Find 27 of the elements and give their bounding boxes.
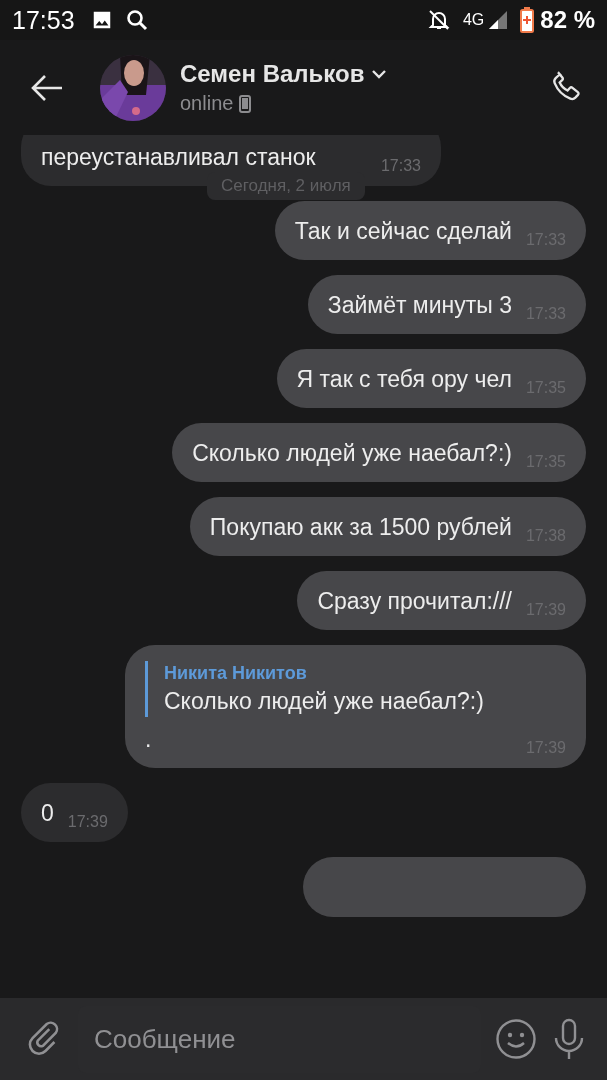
message-text: 0 <box>41 799 54 828</box>
emoji-icon[interactable] <box>495 1018 537 1060</box>
battery-level: 82 % <box>540 6 595 34</box>
message-text: переустанавливал станок <box>41 143 316 172</box>
quote-author: Никита Никитов <box>164 662 308 685</box>
muted-bell-icon <box>426 8 451 32</box>
network-type: 4G <box>462 11 485 29</box>
message-time: 17:33 <box>380 157 421 175</box>
phone-device-icon <box>239 94 252 113</box>
message-text: Сколько людей уже наебал?:) <box>192 439 512 468</box>
message-input[interactable]: Сообщение <box>78 1013 481 1065</box>
contact-status: online <box>180 92 234 115</box>
message-text: Сразу прочитал:/// <box>317 587 512 616</box>
search-icon <box>124 8 149 32</box>
battery-icon <box>520 7 535 33</box>
message-text: Покупаю акк за 1500 рублей <box>209 513 512 542</box>
contact-name[interactable]: Семен Вальков <box>180 60 365 88</box>
quote-text: Сколько людей уже наебал?:) <box>164 687 485 716</box>
message-time: 17:39 <box>67 813 108 831</box>
message-text: Так и сейчас сделай <box>294 217 512 246</box>
message-text: Займёт минуты 3 <box>327 291 512 320</box>
signal-icon <box>488 10 509 30</box>
message-text: Я так с тебя ору чел <box>296 365 512 394</box>
clock: 17:53 <box>12 5 75 35</box>
message-text: . <box>145 725 152 754</box>
chevron-icon[interactable] <box>370 68 389 80</box>
back-icon[interactable] <box>30 72 64 103</box>
